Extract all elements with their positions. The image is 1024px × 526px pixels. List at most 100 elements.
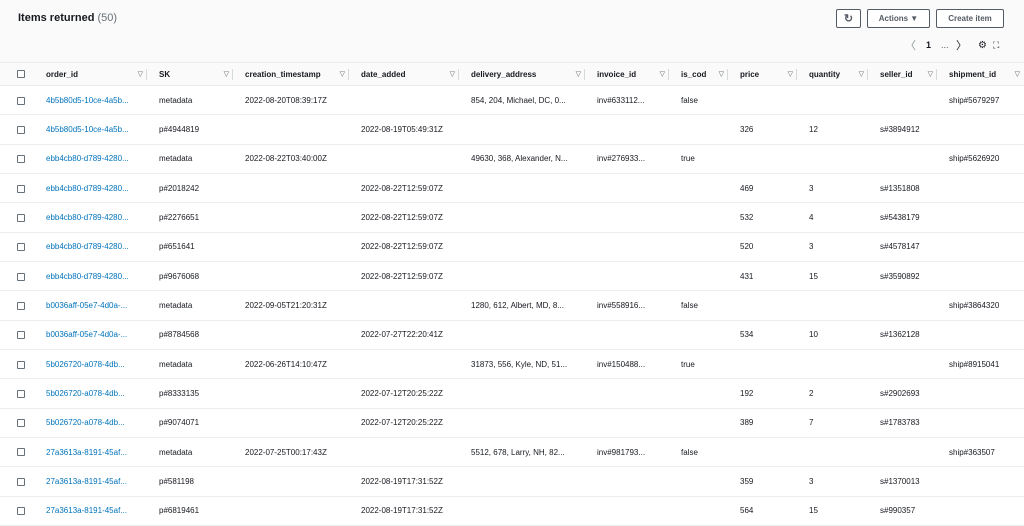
row-checkbox-cell[interactable] [0,496,34,525]
row-checkbox[interactable] [17,213,25,222]
row-checkbox[interactable] [17,477,25,486]
column-header-date-added[interactable]: date_added ▽ [349,63,459,86]
row-checkbox[interactable] [17,507,25,516]
cell-is-cod [669,203,728,232]
cell-order-id[interactable]: b0036aff-05e7-4d0a-... [34,291,147,320]
column-header-seller-id[interactable]: seller_id ▽ [868,63,937,86]
row-checkbox-cell[interactable] [0,144,34,173]
table-row[interactable]: ebb4cb80-d789-4280... metadata 2022-08-22T… [0,144,1024,174]
column-header-price[interactable]: price ▽ [728,63,797,86]
row-checkbox[interactable] [17,96,25,105]
refresh-button[interactable]: ↻ [836,9,861,28]
column-header-is-cod[interactable]: is_cod ▽ [669,63,728,86]
sort-caret-icon[interactable]: ▽ [450,70,455,78]
actions-button[interactable]: Actions ▼ [867,9,930,28]
sort-caret-icon[interactable]: ▽ [576,70,581,78]
cell-order-id[interactable]: b0036aff-05e7-4d0a-... [34,320,147,349]
table-row[interactable]: 4b5b80d5-10ce-4a5b... p#4944819 2022-08-19… [0,115,1024,145]
column-header-shipment-id[interactable]: shipment_id ▽ [937,63,1024,86]
row-checkbox-cell[interactable] [0,467,34,496]
gear-icon[interactable]: ⚙ [978,38,987,52]
sort-caret-icon[interactable]: ▽ [138,70,143,78]
sort-caret-icon[interactable]: ▽ [788,70,793,78]
cell-seller-id: s#3894912 [880,124,920,134]
row-checkbox[interactable] [17,125,25,134]
table-row[interactable]: 5b026720-a078-4db... p#8333135 2022-07-12T… [0,379,1024,409]
cell-order-id[interactable]: ebb4cb80-d789-4280... [34,232,147,261]
cell-order-id[interactable]: 5b026720-a078-4db... [34,379,147,408]
sort-caret-icon[interactable]: ▽ [660,70,665,78]
row-checkbox-cell[interactable] [0,115,34,144]
table-row[interactable]: b0036aff-05e7-4d0a-... metadata 2022-09-05… [0,291,1024,321]
column-header-order-id[interactable]: order_id ▽ [34,63,147,86]
row-checkbox-cell[interactable] [0,261,34,290]
row-checkbox[interactable] [17,272,25,281]
expand-icon[interactable]: ⛶ [993,38,999,52]
cell-order-id[interactable]: 27a3613a-8191-45af... [34,437,147,466]
table-row[interactable]: 27a3613a-8191-45af... p#6819461 2022-08-19… [0,496,1024,526]
table-row[interactable]: ebb4cb80-d789-4280... p#2018242 2022-08-22… [0,173,1024,203]
table-row[interactable]: 4b5b80d5-10ce-4a5b... metadata 2022-08-20T… [0,86,1024,115]
cell-order-id[interactable]: 27a3613a-8191-45af... [34,467,147,496]
row-checkbox[interactable] [17,184,25,193]
row-checkbox-cell[interactable] [0,320,34,349]
cell-order-id[interactable]: ebb4cb80-d789-4280... [34,203,147,232]
cell-price: 469 [740,183,754,193]
cell-order-id[interactable]: ebb4cb80-d789-4280... [34,261,147,290]
cell-order-id[interactable]: ebb4cb80-d789-4280... [34,173,147,202]
create-item-button[interactable]: Create item [936,9,1004,28]
select-all-checkbox[interactable] [17,70,25,79]
row-checkbox-cell[interactable] [0,86,34,115]
row-checkbox[interactable] [17,155,25,164]
column-header-creation-timestamp[interactable]: creation_timestamp ▽ [233,63,349,86]
row-checkbox-cell[interactable] [0,349,34,378]
row-checkbox-cell[interactable] [0,408,34,437]
table-row[interactable]: 5b026720-a078-4db... metadata 2022-06-26T1… [0,349,1024,379]
cell-seller-id [868,144,937,173]
column-header-delivery-address[interactable]: delivery_address ▽ [459,63,585,86]
cell-order-id[interactable]: 4b5b80d5-10ce-4a5b... [34,115,147,144]
cell-seller-id: s#3590892 [880,271,920,281]
next-page-button[interactable]: 〉 [956,38,967,52]
sort-caret-icon[interactable]: ▽ [928,70,933,78]
cell-sk: p#9074071 [159,418,200,428]
row-checkbox[interactable] [17,243,25,252]
sort-caret-icon[interactable]: ▽ [340,70,345,78]
cell-order-id[interactable]: 4b5b80d5-10ce-4a5b... [34,86,147,115]
page-number[interactable]: 1 [926,38,931,52]
row-checkbox[interactable] [17,301,25,310]
row-checkbox-cell[interactable] [0,437,34,466]
row-checkbox[interactable] [17,389,25,398]
cell-order-id[interactable]: 5b026720-a078-4db... [34,408,147,437]
table-row[interactable]: ebb4cb80-d789-4280... p#9676068 2022-08-22… [0,261,1024,291]
sort-caret-icon[interactable]: ▽ [859,70,864,78]
row-checkbox-cell[interactable] [0,203,34,232]
row-checkbox-cell[interactable] [0,291,34,320]
table-row[interactable]: ebb4cb80-d789-4280... p#651641 2022-08-22T… [0,232,1024,262]
sort-caret-icon[interactable]: ▽ [1015,70,1020,78]
row-checkbox[interactable] [17,360,25,369]
cell-order-id[interactable]: 27a3613a-8191-45af... [34,496,147,525]
column-header-sk[interactable]: SK ▽ [147,63,233,86]
column-header-invoice-id[interactable]: invoice_id ▽ [585,63,669,86]
cell-quantity: 15 [809,506,818,516]
table-row[interactable]: 27a3613a-8191-45af... metadata 2022-07-25T… [0,437,1024,467]
row-checkbox-cell[interactable] [0,379,34,408]
cell-delivery-address [459,496,585,525]
cell-order-id[interactable]: 5b026720-a078-4db... [34,349,147,378]
table-row[interactable]: b0036aff-05e7-4d0a-... p#8784568 2022-07-2… [0,320,1024,350]
row-checkbox-cell[interactable] [0,173,34,202]
row-checkbox[interactable] [17,448,25,457]
sort-caret-icon[interactable]: ▽ [224,70,229,78]
table-row[interactable]: 5b026720-a078-4db... p#9074071 2022-07-12T… [0,408,1024,438]
sort-caret-icon[interactable]: ▽ [719,70,724,78]
prev-page-button[interactable]: 〈 [905,38,916,52]
cell-order-id[interactable]: ebb4cb80-d789-4280... [34,144,147,173]
column-header-quantity[interactable]: quantity ▽ [797,63,868,86]
row-checkbox[interactable] [17,419,25,428]
select-all-checkbox-cell[interactable] [0,63,34,86]
table-row[interactable]: 27a3613a-8191-45af... p#581198 2022-08-19T… [0,467,1024,497]
table-row[interactable]: ebb4cb80-d789-4280... p#2276651 2022-08-22… [0,203,1024,233]
row-checkbox[interactable] [17,331,25,340]
row-checkbox-cell[interactable] [0,232,34,261]
